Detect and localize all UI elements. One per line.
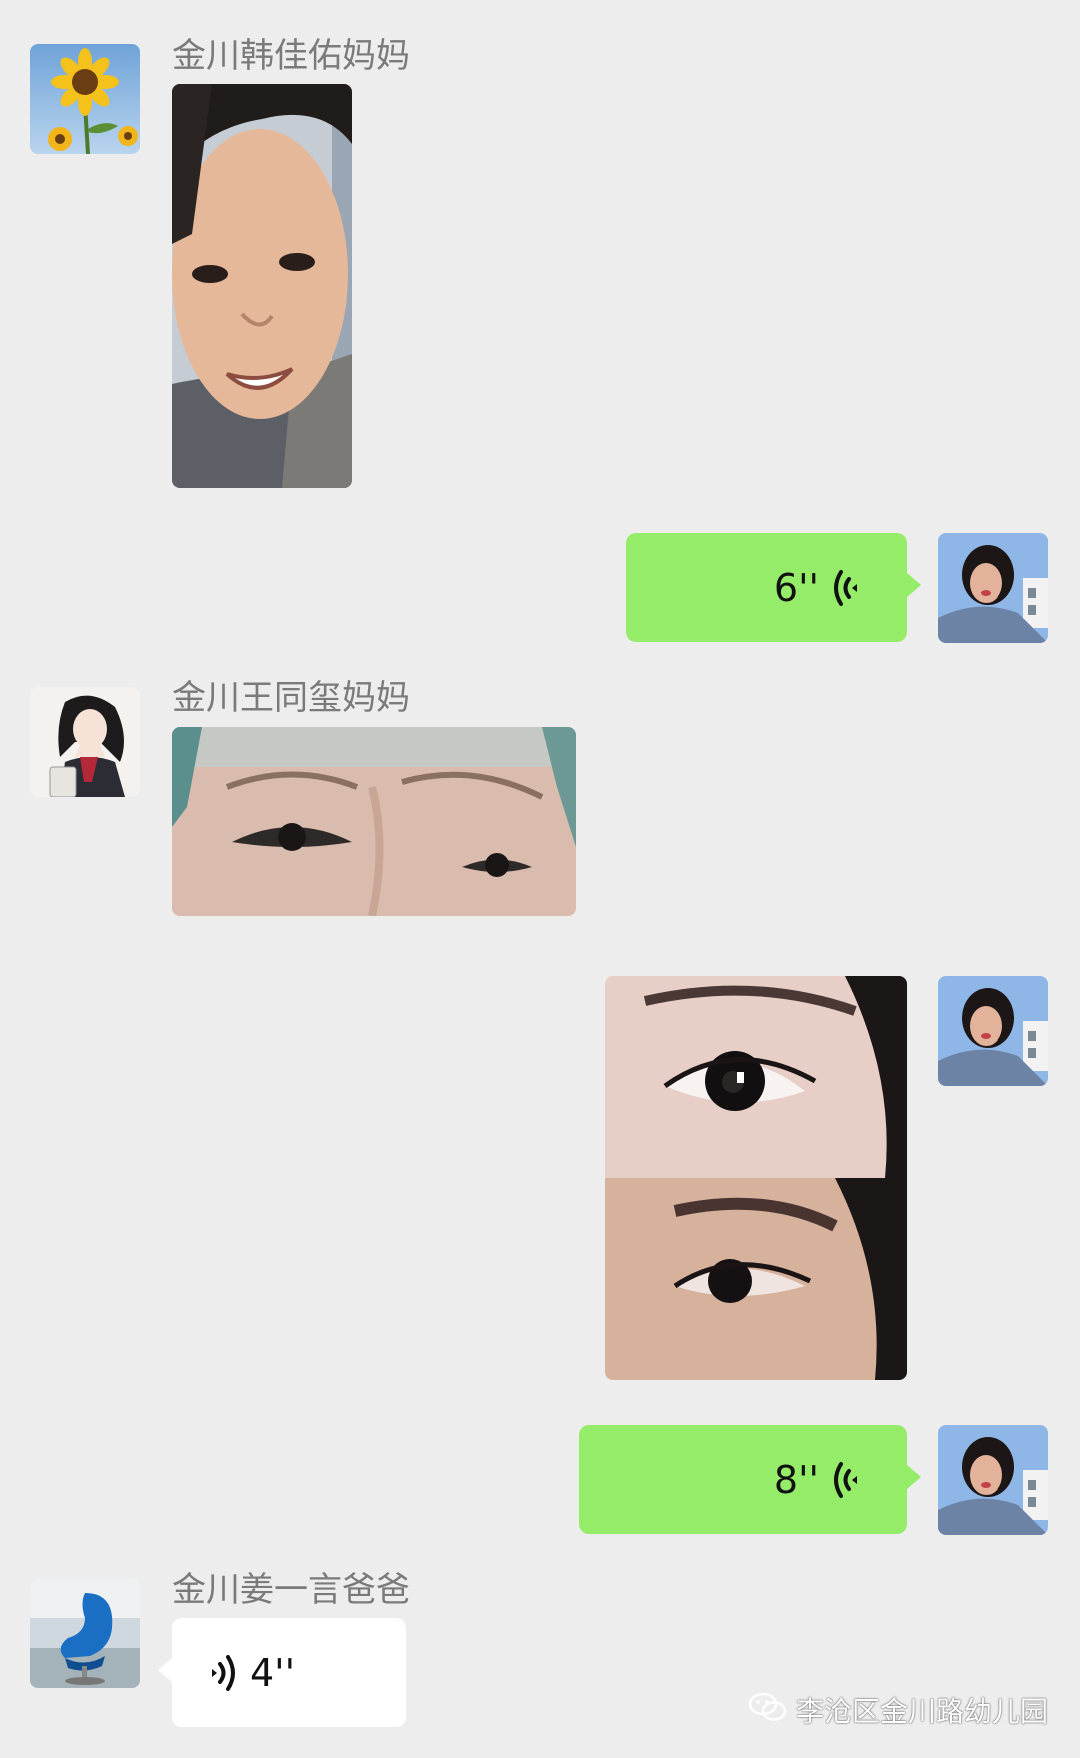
voice-wave-icon	[829, 1458, 863, 1502]
self-avatar[interactable]	[938, 1425, 1048, 1535]
wechat-icon	[748, 1691, 796, 1730]
sender-name: 金川韩佳佑妈妈	[172, 36, 410, 76]
watermark: 李沧区金川路幼儿园	[748, 1690, 1048, 1730]
watermark-text: 李沧区金川路幼儿园	[796, 1695, 1049, 1728]
self-avatar[interactable]	[938, 533, 1048, 643]
child-eyes-photo[interactable]	[172, 727, 576, 916]
sender-name: 金川王同玺妈妈	[172, 678, 410, 718]
illustrated-woman-avatar[interactable]	[30, 687, 140, 797]
voice-wave-icon	[829, 566, 863, 610]
adult-eyes-closeup-photo[interactable]	[605, 976, 907, 1380]
voice-message-bubble[interactable]: 6''	[626, 533, 921, 642]
voice-message-bubble[interactable]: 4''	[158, 1618, 406, 1727]
voice-duration: 6''	[773, 565, 819, 610]
voice-message-bubble[interactable]: 8''	[579, 1425, 921, 1534]
voice-duration: 8''	[773, 1457, 819, 1502]
child-face-photo[interactable]	[172, 84, 352, 488]
blue-chair-avatar[interactable]	[30, 1578, 140, 1688]
voice-duration: 4''	[250, 1650, 296, 1695]
self-avatar[interactable]	[938, 976, 1048, 1086]
sender-name: 金川姜一言爸爸	[172, 1570, 410, 1610]
voice-wave-icon	[206, 1651, 240, 1695]
sunflower-avatar[interactable]	[30, 44, 140, 154]
